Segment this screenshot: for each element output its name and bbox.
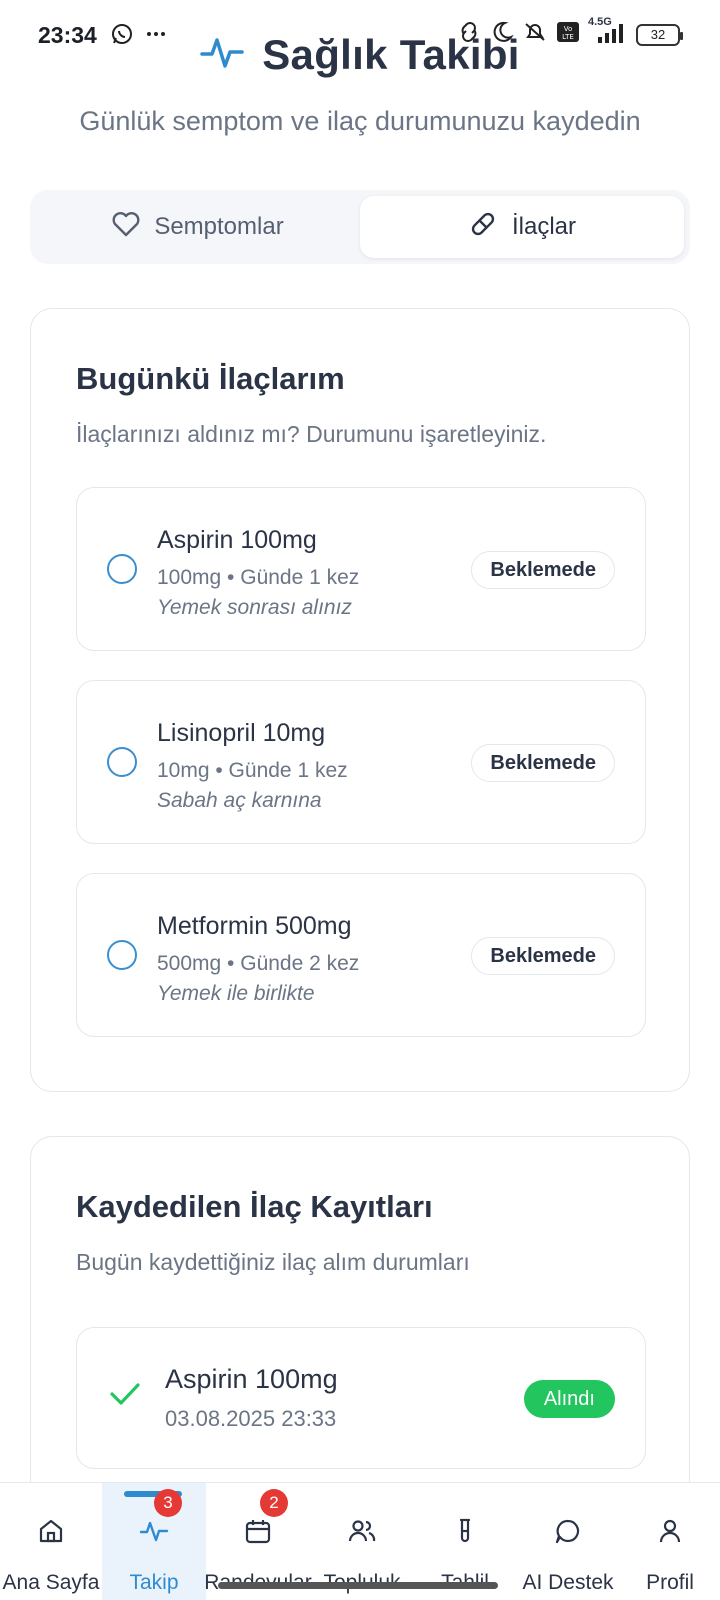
card-title: Kaydedilen İlaç Kayıtları — [76, 1189, 433, 1224]
medication-note: Sabah aç karnına — [157, 789, 322, 812]
notification-badge: 3 — [154, 1489, 182, 1517]
nav-label: Ana Sayfa — [2, 1571, 100, 1594]
medication-note: Yemek sonrası alınız — [157, 596, 352, 619]
page-title: Sağlık Takibi — [262, 30, 520, 78]
status-badge: Beklemede — [471, 551, 615, 589]
nav-item-ai-support[interactable]: AI Destek — [516, 1483, 620, 1600]
tab-bar: Semptomlar İlaçlar — [30, 190, 690, 264]
medication-dose: 500mg • Günde 2 kez — [157, 952, 360, 975]
tab-medications[interactable]: İlaçlar — [360, 196, 684, 258]
medication-item: Lisinopril 10mg 10mg • Günde 1 kez Sabah… — [76, 680, 646, 844]
user-icon — [656, 1517, 684, 1551]
check-icon — [109, 1380, 141, 1413]
status-badge: Alındı — [523, 1380, 615, 1418]
activity-icon — [139, 1517, 169, 1551]
medication-item: Aspirin 100mg 100mg • Günde 1 kez Yemek … — [76, 487, 646, 651]
heart-icon — [112, 211, 140, 244]
medication-name: Aspirin 100mg — [157, 526, 317, 554]
tab-symptoms[interactable]: Semptomlar — [36, 196, 360, 258]
home-indicator[interactable] — [218, 1582, 498, 1589]
notification-badge: 2 — [260, 1489, 288, 1517]
page-subtitle: Günlük semptom ve ilaç durumunuzu kayded… — [79, 106, 641, 136]
card-description: Bugün kaydettiğiniz ilaç alım durumları — [76, 1249, 470, 1275]
nav-item-home[interactable]: Ana Sayfa — [0, 1483, 102, 1600]
medication-dose: 10mg • Günde 1 kez — [157, 759, 348, 782]
today-medications-card: Bugünkü İlaçlarım İlaçlarınızı aldınız m… — [30, 308, 690, 1092]
status-badge: Beklemede — [471, 937, 615, 975]
pill-icon — [468, 209, 498, 246]
activity-icon — [200, 30, 244, 79]
medication-name: Lisinopril 10mg — [157, 719, 326, 747]
calendar-icon — [244, 1517, 272, 1551]
tab-label: Semptomlar — [154, 213, 284, 240]
card-title: Bugünkü İlaçlarım — [76, 361, 345, 396]
nav-label: Profil — [646, 1571, 694, 1594]
status-badge: Beklemede — [471, 744, 615, 782]
nav-item-profile[interactable]: Profil — [620, 1483, 720, 1600]
nav-item-tracking[interactable]: 3 Takip — [102, 1483, 206, 1600]
medication-note: Yemek ile birlikte — [157, 982, 315, 1005]
taken-radio[interactable] — [107, 747, 137, 777]
medication-name: Metformin 500mg — [157, 912, 352, 940]
record-timestamp: 03.08.2025 23:33 — [165, 1406, 337, 1431]
record-name: Aspirin 100mg — [165, 1364, 338, 1394]
medication-dose: 100mg • Günde 1 kez — [157, 566, 360, 589]
nav-label: AI Destek — [522, 1571, 614, 1594]
test-tube-icon — [451, 1517, 479, 1551]
home-icon — [37, 1517, 65, 1551]
taken-radio[interactable] — [107, 940, 137, 970]
page-header: Sağlık Takibi — [0, 30, 720, 79]
tab-label: İlaçlar — [511, 213, 577, 240]
nav-label: Takip — [129, 1571, 179, 1594]
record-item: Aspirin 100mg 03.08.2025 23:33 Alındı — [76, 1327, 646, 1469]
chat-icon — [554, 1517, 582, 1551]
users-icon — [347, 1517, 377, 1551]
taken-radio[interactable] — [107, 554, 137, 584]
card-description: İlaçlarınızı aldınız mı? Durumunu işaret… — [76, 421, 547, 447]
medication-item: Metformin 500mg 500mg • Günde 2 kez Yeme… — [76, 873, 646, 1037]
